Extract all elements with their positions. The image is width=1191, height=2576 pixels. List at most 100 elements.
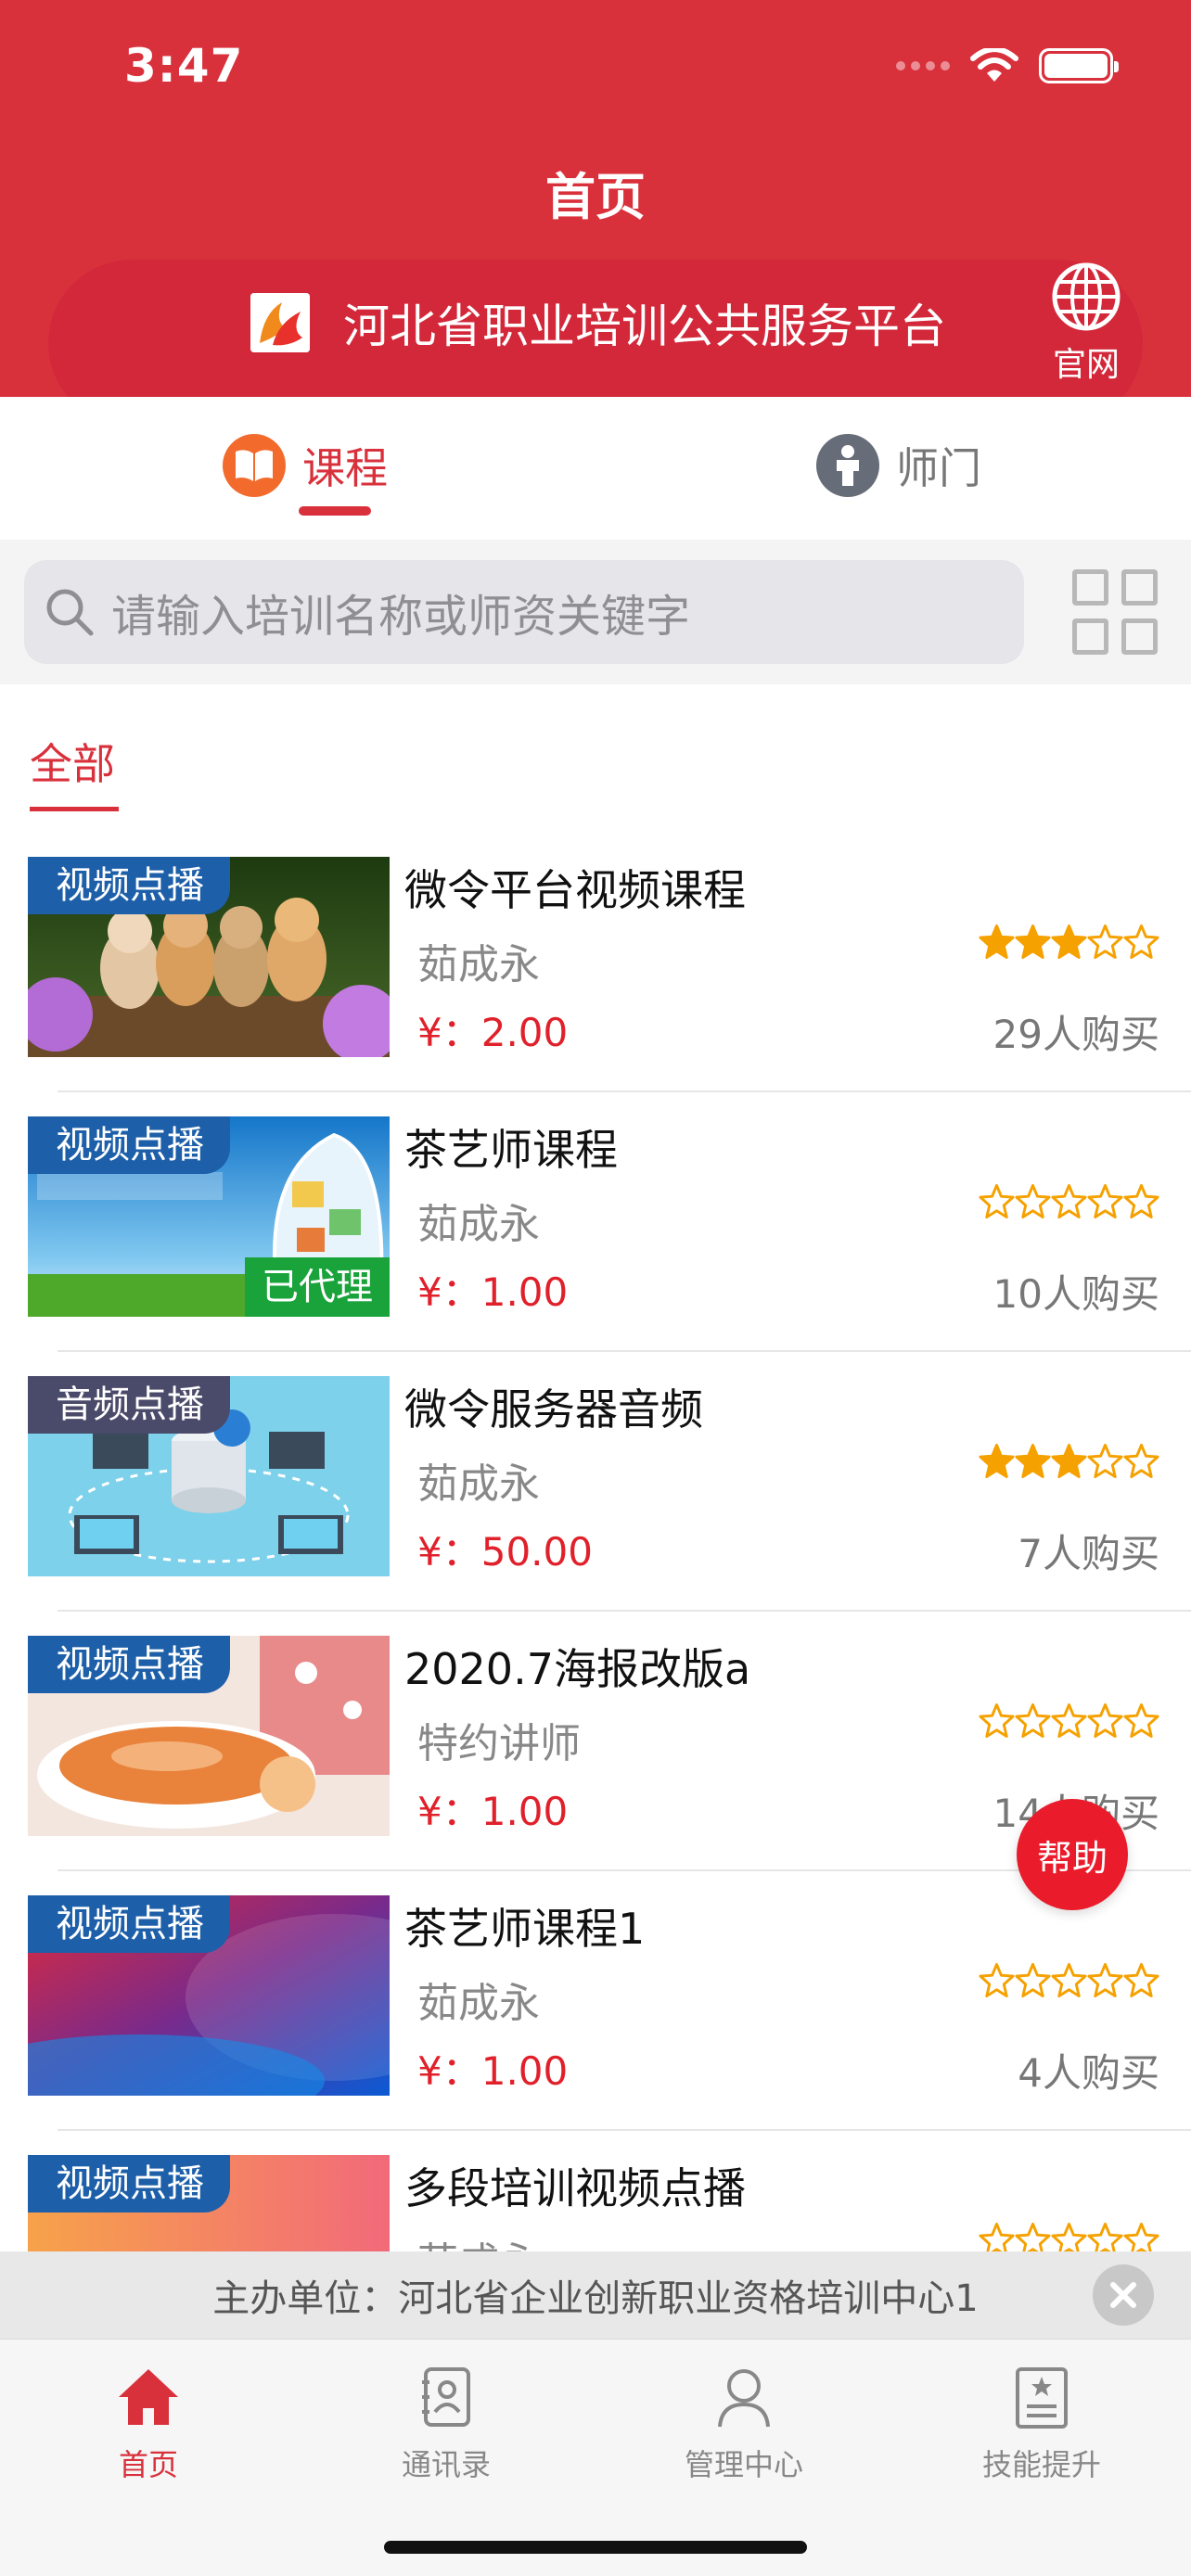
home-indicator: [384, 2541, 807, 2554]
course-item[interactable]: 视频点播 2020.7海报改版a 特约讲师 ¥：1.00 14人购买: [0, 1612, 1191, 1871]
category-bar: 全部: [0, 684, 1191, 833]
course-teacher: 特约讲师: [417, 1720, 581, 1767]
website-button[interactable]: 官网: [1044, 261, 1128, 386]
course-title: 茶艺师课程1: [404, 1904, 646, 1954]
nav-management-label: 管理中心: [684, 2447, 803, 2482]
star-empty-icon: [1087, 2222, 1123, 2251]
course-teacher: 茹成永: [417, 1980, 540, 2027]
website-label: 官网: [1052, 346, 1120, 384]
app-header: 3:47 首页 河北省职业培训公共服务平台 官网: [0, 0, 1191, 397]
course-item[interactable]: 视频点播 茶艺师课程1 茹成永 ¥：1.00 4人购买: [0, 1871, 1191, 2131]
course-teacher: 茹成永: [417, 1460, 540, 1508]
agent-badge: 已代理: [245, 1257, 390, 1317]
nav-management[interactable]: 管理中心: [642, 2364, 846, 2484]
star-empty-icon: [1087, 924, 1123, 960]
rating-stars: [979, 1702, 1159, 1740]
rating-stars: [979, 924, 1159, 961]
course-list[interactable]: 视频点播 微令平台视频课程 茹成永 ¥：2.00 29人购买 视频点播 已代理 …: [0, 833, 1191, 2251]
rating-stars: [979, 1962, 1159, 1999]
grid-view-icon[interactable]: [1072, 569, 1158, 655]
star-empty-icon: [1123, 1702, 1159, 1739]
course-type-badge: 视频点播: [28, 2155, 230, 2213]
star-empty-icon: [979, 1962, 1015, 1998]
star-filled-icon: [979, 924, 1015, 960]
star-empty-icon: [1051, 1962, 1087, 1998]
nav-contacts-label: 通讯录: [401, 2447, 491, 2482]
star-empty-icon: [1123, 1962, 1159, 1998]
course-title: 茶艺师课程: [404, 1125, 618, 1175]
platform-logo: [250, 293, 310, 352]
course-teacher: 茹成永: [417, 2229, 540, 2251]
certificate-icon: [1016, 2367, 1068, 2429]
course-item[interactable]: 视频点播 已代理 茶艺师课程 茹成永 ¥：1.00 10人购买: [0, 1092, 1191, 1352]
star-empty-icon: [1087, 1702, 1123, 1739]
top-tabs: 课程 师门: [0, 397, 1191, 540]
sponsor-text: 主办单位：河北省企业创新职业资格培训中心1: [212, 2277, 979, 2320]
course-buyers: 4人购买: [1018, 2050, 1159, 2096]
globe-icon: [1052, 262, 1121, 331]
star-empty-icon: [1051, 1702, 1087, 1739]
star-empty-icon: [1015, 2222, 1051, 2251]
star-filled-icon: [1015, 924, 1051, 960]
course-title: 2020.7海报改版a: [404, 1644, 751, 1694]
course-thumbnail: 音频点播: [28, 1376, 390, 1576]
course-price: ¥：50.00: [417, 1529, 593, 1575]
search-input[interactable]: 请输入培训名称或师资关键字: [24, 560, 1024, 664]
wifi-icon: [970, 48, 1018, 82]
course-item[interactable]: 视频点播 微令平台视频课程 茹成永 ¥：2.00 29人购买: [0, 833, 1191, 1092]
tab-masters[interactable]: 师门: [816, 434, 981, 497]
course-item[interactable]: 视频点播 多段培训视频点播 茹成永: [0, 2131, 1191, 2251]
tab-courses[interactable]: 课程: [223, 434, 388, 497]
star-empty-icon: [1123, 2222, 1159, 2251]
nav-contacts[interactable]: 通讯录: [344, 2364, 548, 2484]
course-type-badge: 视频点播: [28, 1636, 230, 1693]
contacts-icon: [422, 2367, 470, 2427]
star-filled-icon: [1051, 1443, 1087, 1479]
course-thumbnail: 视频点播: [28, 1895, 390, 2096]
rating-stars: [979, 2222, 1159, 2251]
star-empty-icon: [1123, 924, 1159, 960]
course-price: ¥：2.00: [417, 1010, 569, 1055]
star-empty-icon: [979, 1183, 1015, 1219]
nav-home[interactable]: 首页: [46, 2364, 250, 2484]
star-empty-icon: [1015, 1183, 1051, 1219]
star-empty-icon: [1051, 1183, 1087, 1219]
sponsor-bar: 主办单位：河北省企业创新职业资格培训中心1: [0, 2251, 1191, 2339]
star-empty-icon: [1123, 1443, 1159, 1479]
nav-skills[interactable]: 技能提升: [940, 2364, 1144, 2484]
star-empty-icon: [1051, 2222, 1087, 2251]
page-title: 首页: [545, 168, 646, 226]
star-filled-icon: [1051, 924, 1087, 960]
course-thumbnail: 视频点播: [28, 2155, 390, 2251]
course-thumbnail: 视频点播: [28, 1636, 390, 1836]
course-item[interactable]: 音频点播 微令服务器音频 茹成永 ¥：50.00 7人购买: [0, 1352, 1191, 1612]
course-teacher: 茹成永: [417, 941, 540, 988]
course-type-badge: 视频点播: [28, 1895, 230, 1953]
nav-skills-label: 技能提升: [981, 2447, 1101, 2482]
star-empty-icon: [1123, 1183, 1159, 1219]
star-empty-icon: [1015, 1962, 1051, 1998]
course-thumbnail: 视频点播 已代理: [28, 1116, 390, 1317]
star-empty-icon: [1087, 1962, 1123, 1998]
course-type-badge: 音频点播: [28, 1376, 230, 1434]
rating-stars: [979, 1443, 1159, 1480]
star-empty-icon: [1015, 1702, 1051, 1739]
course-type-badge: 视频点播: [28, 857, 230, 914]
course-teacher: 茹成永: [417, 1201, 540, 1248]
close-icon[interactable]: [1093, 2264, 1154, 2326]
cellular-signal-icon: [896, 61, 950, 70]
help-button[interactable]: 帮助: [1017, 1799, 1128, 1910]
rating-stars: [979, 1183, 1159, 1220]
tab-masters-label: 师门: [896, 443, 981, 493]
star-filled-icon: [1015, 1443, 1051, 1479]
platform-banner[interactable]: 河北省职业培训公共服务平台: [250, 289, 946, 356]
category-all[interactable]: 全部: [30, 731, 115, 792]
search-area: 请输入培训名称或师资关键字: [0, 540, 1191, 684]
course-price: ¥：1.00: [417, 2048, 569, 2094]
status-icons: [896, 48, 1119, 83]
status-time: 3:47: [124, 39, 244, 93]
search-placeholder: 请输入培训名称或师资关键字: [111, 591, 691, 643]
star-empty-icon: [979, 2222, 1015, 2251]
person-icon: [816, 434, 879, 497]
tab-courses-label: 课程: [302, 443, 388, 493]
